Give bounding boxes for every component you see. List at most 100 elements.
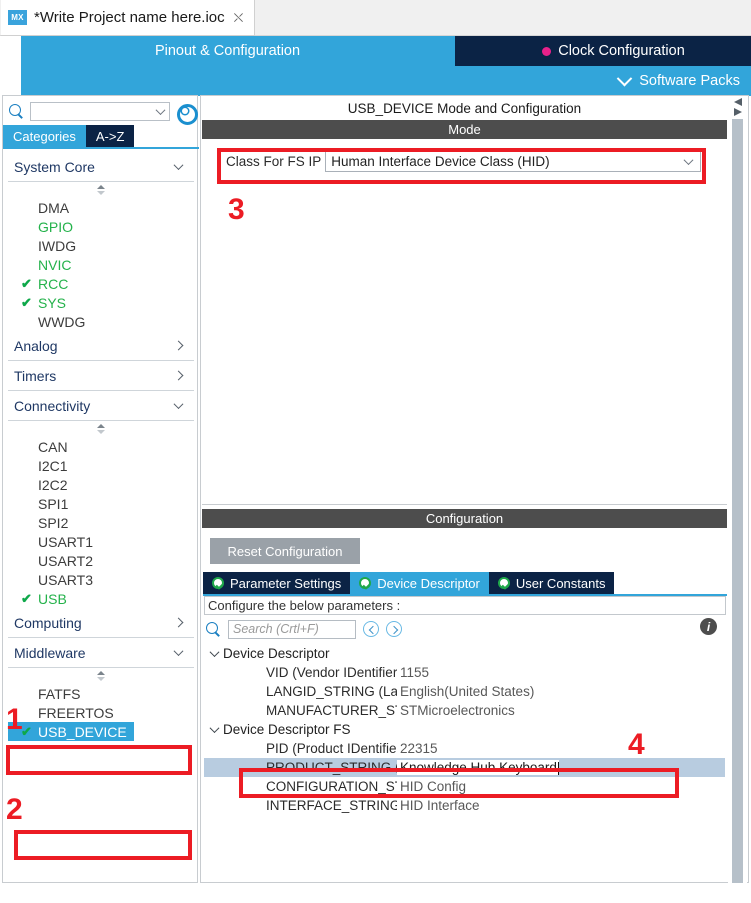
close-icon[interactable]: ⛌	[234, 11, 244, 24]
sidebar-tab-label: A->Z	[95, 128, 125, 144]
tab-pinout-configuration[interactable]: Pinout & Configuration	[21, 36, 434, 66]
table-row[interactable]: CONFIGURATION_STRING (C...HID Config	[204, 777, 725, 796]
stm32cubemx-window: MX *Write Project name here.ioc ⛌ Pinout…	[0, 0, 751, 903]
tab-label: Device Descriptor	[377, 575, 480, 591]
mode-section-header: Mode	[202, 120, 727, 139]
tab-parameter-settings[interactable]: Parameter Settings	[203, 572, 351, 594]
table-row[interactable]: LANGID_STRING (Language Id...English(Uni…	[204, 682, 725, 701]
sidebar-tab-a-z[interactable]: A->Z	[85, 125, 135, 147]
sidebar-tab-categories[interactable]: Categories	[3, 125, 86, 147]
sidebar-item-i2c2[interactable]: I2C2	[8, 475, 194, 494]
parameter-name: INTERFACE_STRING (Interfac...	[266, 798, 397, 813]
sidebar-category-connectivity[interactable]: Connectivity	[8, 391, 194, 421]
sidebar-item-nvic[interactable]: NVIC	[8, 255, 194, 274]
tree-group-label: Device Descriptor FS	[223, 722, 351, 737]
sidebar-category-middleware[interactable]: Middleware	[8, 638, 194, 668]
chevron-down-icon	[173, 399, 184, 410]
file-tab[interactable]: MX *Write Project name here.ioc ⛌	[1, 0, 255, 36]
sidebar-item-usart2[interactable]: USART2	[8, 551, 194, 570]
sidebar-search-input[interactable]	[30, 101, 170, 121]
sidebar-scroll-spinner[interactable]	[8, 668, 194, 684]
sidebar-category-computing[interactable]: Computing	[8, 608, 194, 638]
sidebar-item-can[interactable]: CAN	[8, 437, 194, 456]
gear-icon[interactable]	[176, 103, 198, 125]
sidebar-item-spi1[interactable]: SPI1	[8, 494, 194, 513]
sidebar-item-label: WWDG	[38, 313, 86, 330]
text-cursor	[557, 761, 559, 775]
tree-group-device-descriptor[interactable]: Device Descriptor	[204, 644, 725, 663]
check-circle-icon	[212, 577, 224, 589]
reset-configuration-button[interactable]: Reset Configuration	[210, 538, 360, 564]
table-row[interactable]: PRODUCT_STRING (Product I...Knowledge Hu…	[204, 758, 725, 777]
sidebar-item-gpio[interactable]: GPIO	[8, 217, 194, 236]
chevron-down-icon	[155, 104, 166, 115]
sidebar-item-fatfs[interactable]: FATFS	[8, 684, 194, 703]
info-icon[interactable]: i	[700, 618, 717, 635]
scroll-spinner-icon	[97, 670, 105, 681]
previous-match-button[interactable]	[363, 621, 379, 637]
parameter-value[interactable]: STMicroelectronics	[397, 703, 515, 718]
sidebar-item-usart1[interactable]: USART1	[8, 532, 194, 551]
sidebar-item-label: USB	[38, 590, 67, 607]
check-circle-icon	[497, 577, 510, 589]
sidebar-ip-list: FATFS FREERTOS ✔ USB_DEVICE	[8, 684, 194, 741]
parameter-name: CONFIGURATION_STRING (C...	[266, 779, 397, 794]
software-packs-menu[interactable]: Software Packs	[616, 66, 740, 96]
sidebar-category-list: System Core DMA GPIO IWDG NVIC ✔ RCC ✔ SYS WWDG An…	[8, 152, 194, 878]
parameter-value[interactable]: HID Config	[397, 779, 466, 794]
tab-label: Parameter Settings	[230, 575, 342, 591]
table-row[interactable]: INTERFACE_STRING (Interfac...HID Interfa…	[204, 796, 725, 815]
class-for-fs-ip-select[interactable]: Human Interface Device Class (HID)	[325, 150, 701, 172]
mode-section-body: Class For FS IP Human Interface Device C…	[202, 139, 727, 505]
check-icon: ✔	[21, 295, 32, 310]
sidebar-item-rcc[interactable]: ✔ RCC	[8, 274, 194, 293]
sidebar-item-usb[interactable]: ✔ USB	[8, 589, 194, 608]
tab-clock-configuration[interactable]: Clock Configuration	[455, 36, 751, 66]
sidebar-scroll-spinner[interactable]	[8, 421, 194, 437]
parameter-value[interactable]: English(United States)	[397, 684, 534, 699]
parameter-value[interactable]: HID Interface	[397, 798, 480, 813]
parameter-search-row: Search (Crtl+F)	[206, 618, 724, 640]
chevron-down-icon	[173, 646, 184, 657]
sidebar-item-usart3[interactable]: USART3	[8, 570, 194, 589]
sidebar-item-label: I2C2	[38, 476, 68, 493]
sidebar-category-timers[interactable]: Timers	[8, 361, 194, 391]
sidebar-scroll-spinner[interactable]	[8, 182, 194, 198]
parameter-name: VID (Vendor IDentifier)	[266, 665, 397, 680]
sidebar-item-sys[interactable]: ✔ SYS	[8, 293, 194, 312]
class-for-fs-ip-row: Class For FS IP Human Interface Device C…	[226, 149, 701, 173]
sidebar-category-label: Analog	[14, 337, 58, 354]
panel-collapse-arrows[interactable]	[730, 97, 746, 119]
mx-logo-icon: MX	[8, 10, 27, 25]
table-row[interactable]: VID (Vendor IDentifier) 1155	[204, 663, 725, 682]
sidebar-item-label: USART3	[38, 571, 93, 588]
tab-pinout-configuration-label: Pinout & Configuration	[154, 43, 301, 59]
tab-user-constants[interactable]: User Constants	[488, 572, 615, 594]
parameter-value[interactable]: Knowledge Hub Keyboard	[397, 760, 559, 775]
parameter-value[interactable]: 22315	[397, 741, 438, 756]
sidebar-item-spi2[interactable]: SPI2	[8, 513, 194, 532]
parameter-search-input[interactable]: Search (Crtl+F)	[228, 619, 356, 639]
main-panel-scrollbar[interactable]	[728, 97, 747, 883]
next-match-button[interactable]	[386, 621, 402, 637]
table-row[interactable]: MANUFACTURER_STRING (M...STMicroelectron…	[204, 701, 725, 720]
check-icon: ✔	[21, 591, 32, 606]
tab-device-descriptor[interactable]: Device Descriptor	[350, 572, 489, 594]
sidebar-item-iwdg[interactable]: IWDG	[8, 236, 194, 255]
sidebar-ip-list: CAN I2C1 I2C2 SPI1 SPI2 USART1 USART2 USART3 ✔ US…	[8, 437, 194, 608]
sidebar-item-usb-device[interactable]: ✔ USB_DEVICE	[8, 722, 134, 741]
sidebar-category-analog[interactable]: Analog	[8, 331, 194, 361]
table-row[interactable]: PID (Product IDentifier) 22315	[204, 739, 725, 758]
parameter-name: PRODUCT_STRING (Product I...	[204, 760, 397, 775]
sidebar-category-system-core[interactable]: System Core	[8, 152, 194, 182]
sidebar-item-label: NVIC	[38, 256, 72, 273]
sidebar-item-i2c1[interactable]: I2C1	[8, 456, 194, 475]
sidebar-item-dma[interactable]: DMA	[8, 198, 194, 217]
main-panel-scroll-thumb[interactable]	[732, 119, 743, 883]
parameter-value[interactable]: 1155	[397, 665, 429, 680]
sidebar-item-freertos[interactable]: FREERTOS	[8, 703, 194, 722]
tree-group-device-descriptor-fs[interactable]: Device Descriptor FS	[204, 720, 725, 739]
sidebar-item-wwdg[interactable]: WWDG	[8, 312, 194, 331]
sidebar-tab-label: Categories	[13, 128, 76, 144]
configuration-section-header: Configuration	[202, 509, 727, 528]
